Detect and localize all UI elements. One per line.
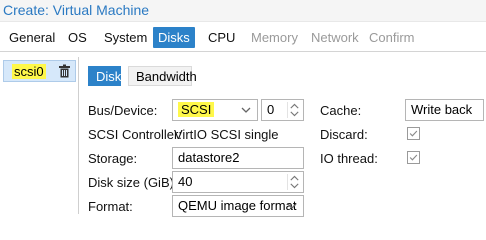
chevron-down-icon (287, 203, 297, 209)
trash-icon[interactable] (58, 64, 71, 78)
cache-select-value: Write back (411, 102, 473, 117)
format-select[interactable]: QEMU image format (172, 195, 304, 217)
bus-select[interactable]: SCSI (172, 99, 258, 121)
tab-cpu[interactable]: CPU (203, 27, 240, 48)
chevron-down-icon (241, 107, 251, 113)
tab-os[interactable]: OS (63, 27, 92, 48)
spinner-icon[interactable] (287, 102, 301, 118)
tab-general[interactable]: General (4, 27, 60, 48)
tab-system[interactable]: System (99, 27, 152, 48)
device-number-value: 0 (267, 102, 275, 117)
disk-size-value: 40 (178, 174, 193, 189)
tab-disks[interactable]: Disks (153, 27, 195, 48)
subtab-bandwidth[interactable]: Bandwidth (128, 66, 197, 86)
disk-size-label: Disk size (GiB): (88, 175, 178, 190)
cache-label: Cache: (320, 103, 362, 118)
device-number-stepper[interactable]: 0 (261, 99, 304, 121)
storage-select[interactable]: datastore2 (172, 147, 304, 169)
format-select-value: QEMU image format (178, 198, 297, 213)
tab-confirm[interactable]: Confirm (364, 27, 420, 48)
disk-list-item-label: scsi0 (12, 64, 46, 79)
wizard-tabbar: General OS System Disks CPU Memory Netwo… (0, 24, 486, 52)
disk-size-stepper[interactable]: 40 (172, 171, 304, 193)
spinner-icon[interactable] (287, 174, 301, 190)
scsi-controller-label: SCSI Controller: (88, 127, 182, 142)
scsi-controller-value: VirtIO SCSI single (174, 127, 279, 142)
storage-label: Storage: (88, 151, 138, 166)
io-thread-checkbox[interactable] (407, 151, 420, 164)
discard-label: Discard: (320, 127, 368, 142)
bus-device-label: Bus/Device: (88, 103, 158, 118)
bus-select-value: SCSI (178, 102, 215, 117)
discard-checkbox[interactable] (407, 127, 420, 140)
window-title: Create: Virtual Machine (0, 0, 486, 22)
cache-select[interactable]: Write back (405, 99, 484, 121)
disk-list-item[interactable]: scsi0 (3, 60, 76, 82)
disk-list: scsi0 (0, 57, 79, 214)
format-label: Format: (88, 199, 133, 214)
tab-memory[interactable]: Memory (246, 27, 303, 48)
tab-network[interactable]: Network (306, 27, 364, 48)
subtab-disk[interactable]: Disk (88, 66, 121, 86)
storage-select-value: datastore2 (178, 150, 240, 165)
io-thread-label: IO thread: (320, 151, 378, 166)
